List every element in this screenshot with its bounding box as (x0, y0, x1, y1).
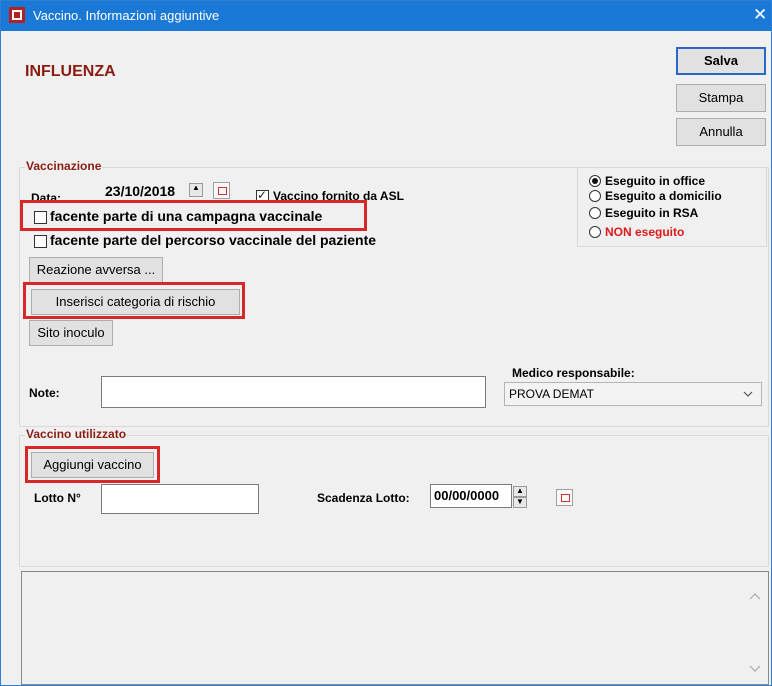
scroll-up-icon[interactable] (749, 592, 761, 600)
app-icon (9, 7, 25, 23)
spin-up-icon[interactable]: ▲ (189, 183, 203, 197)
patient-path-checkbox[interactable] (34, 235, 47, 248)
memo-panel[interactable] (21, 571, 769, 685)
calendar-icon[interactable] (213, 182, 230, 199)
doctor-label: Medico responsabile: (512, 366, 635, 380)
doctor-select-value: PROVA DEMAT (509, 387, 594, 401)
scroll-down-icon[interactable] (749, 665, 761, 673)
asl-checkbox-label: Vaccino fornito da ASL (273, 189, 404, 203)
adverse-reaction-button[interactable]: Reazione avversa ... (29, 257, 163, 283)
radio-home[interactable] (589, 190, 601, 202)
add-vaccine-button[interactable]: Aggiungi vaccino (31, 452, 154, 478)
lot-input[interactable] (101, 484, 259, 514)
save-button[interactable]: Salva (676, 47, 766, 75)
expiry-label: Scadenza Lotto: (317, 491, 410, 505)
radio-home-label: Eseguito a domicilio (605, 189, 722, 203)
radio-not-done[interactable] (589, 226, 601, 238)
vaccination-group-label: Vaccinazione (25, 159, 103, 173)
cancel-button[interactable]: Annulla (676, 118, 766, 146)
notes-label: Note: (29, 386, 60, 400)
close-icon[interactable]: ✕ (753, 5, 767, 25)
radio-office[interactable] (589, 175, 601, 187)
window-title: Vaccino. Informazioni aggiuntive (33, 8, 220, 23)
lot-label: Lotto N° (34, 491, 81, 505)
spin-up-icon[interactable]: ▲ (513, 486, 527, 497)
expiry-field[interactable]: 00/00/0000 (430, 484, 512, 508)
injection-site-button[interactable]: Sito inoculo (29, 320, 113, 346)
date-label: Data: (31, 191, 62, 205)
campaign-checkbox-label: facente parte di una campagna vaccinale (50, 208, 323, 224)
patient-path-checkbox-label: facente parte del percorso vaccinale del… (50, 232, 377, 248)
chevron-down-icon (743, 391, 753, 397)
vaccine-used-group-label: Vaccino utilizzato (25, 427, 128, 441)
calendar-icon[interactable] (556, 489, 573, 506)
spin-down-icon[interactable]: ▼ (513, 497, 527, 508)
asl-checkbox[interactable] (256, 188, 269, 203)
radio-rsa[interactable] (589, 207, 601, 219)
campaign-checkbox[interactable] (34, 211, 47, 224)
title-bar: Vaccino. Informazioni aggiuntive ✕ (1, 1, 771, 31)
notes-input[interactable] (101, 376, 486, 408)
doctor-select[interactable]: PROVA DEMAT (504, 382, 762, 406)
radio-not-done-label: NON eseguito (605, 225, 685, 239)
risk-category-button[interactable]: Inserisci categoria di rischio (31, 289, 240, 315)
print-button[interactable]: Stampa (676, 84, 766, 112)
dialog-window: Vaccino. Informazioni aggiuntive ✕ INFLU… (0, 0, 772, 686)
radio-rsa-label: Eseguito in RSA (605, 206, 699, 220)
radio-office-label: Eseguito in office (605, 174, 706, 188)
page-title: INFLUENZA (25, 63, 116, 80)
